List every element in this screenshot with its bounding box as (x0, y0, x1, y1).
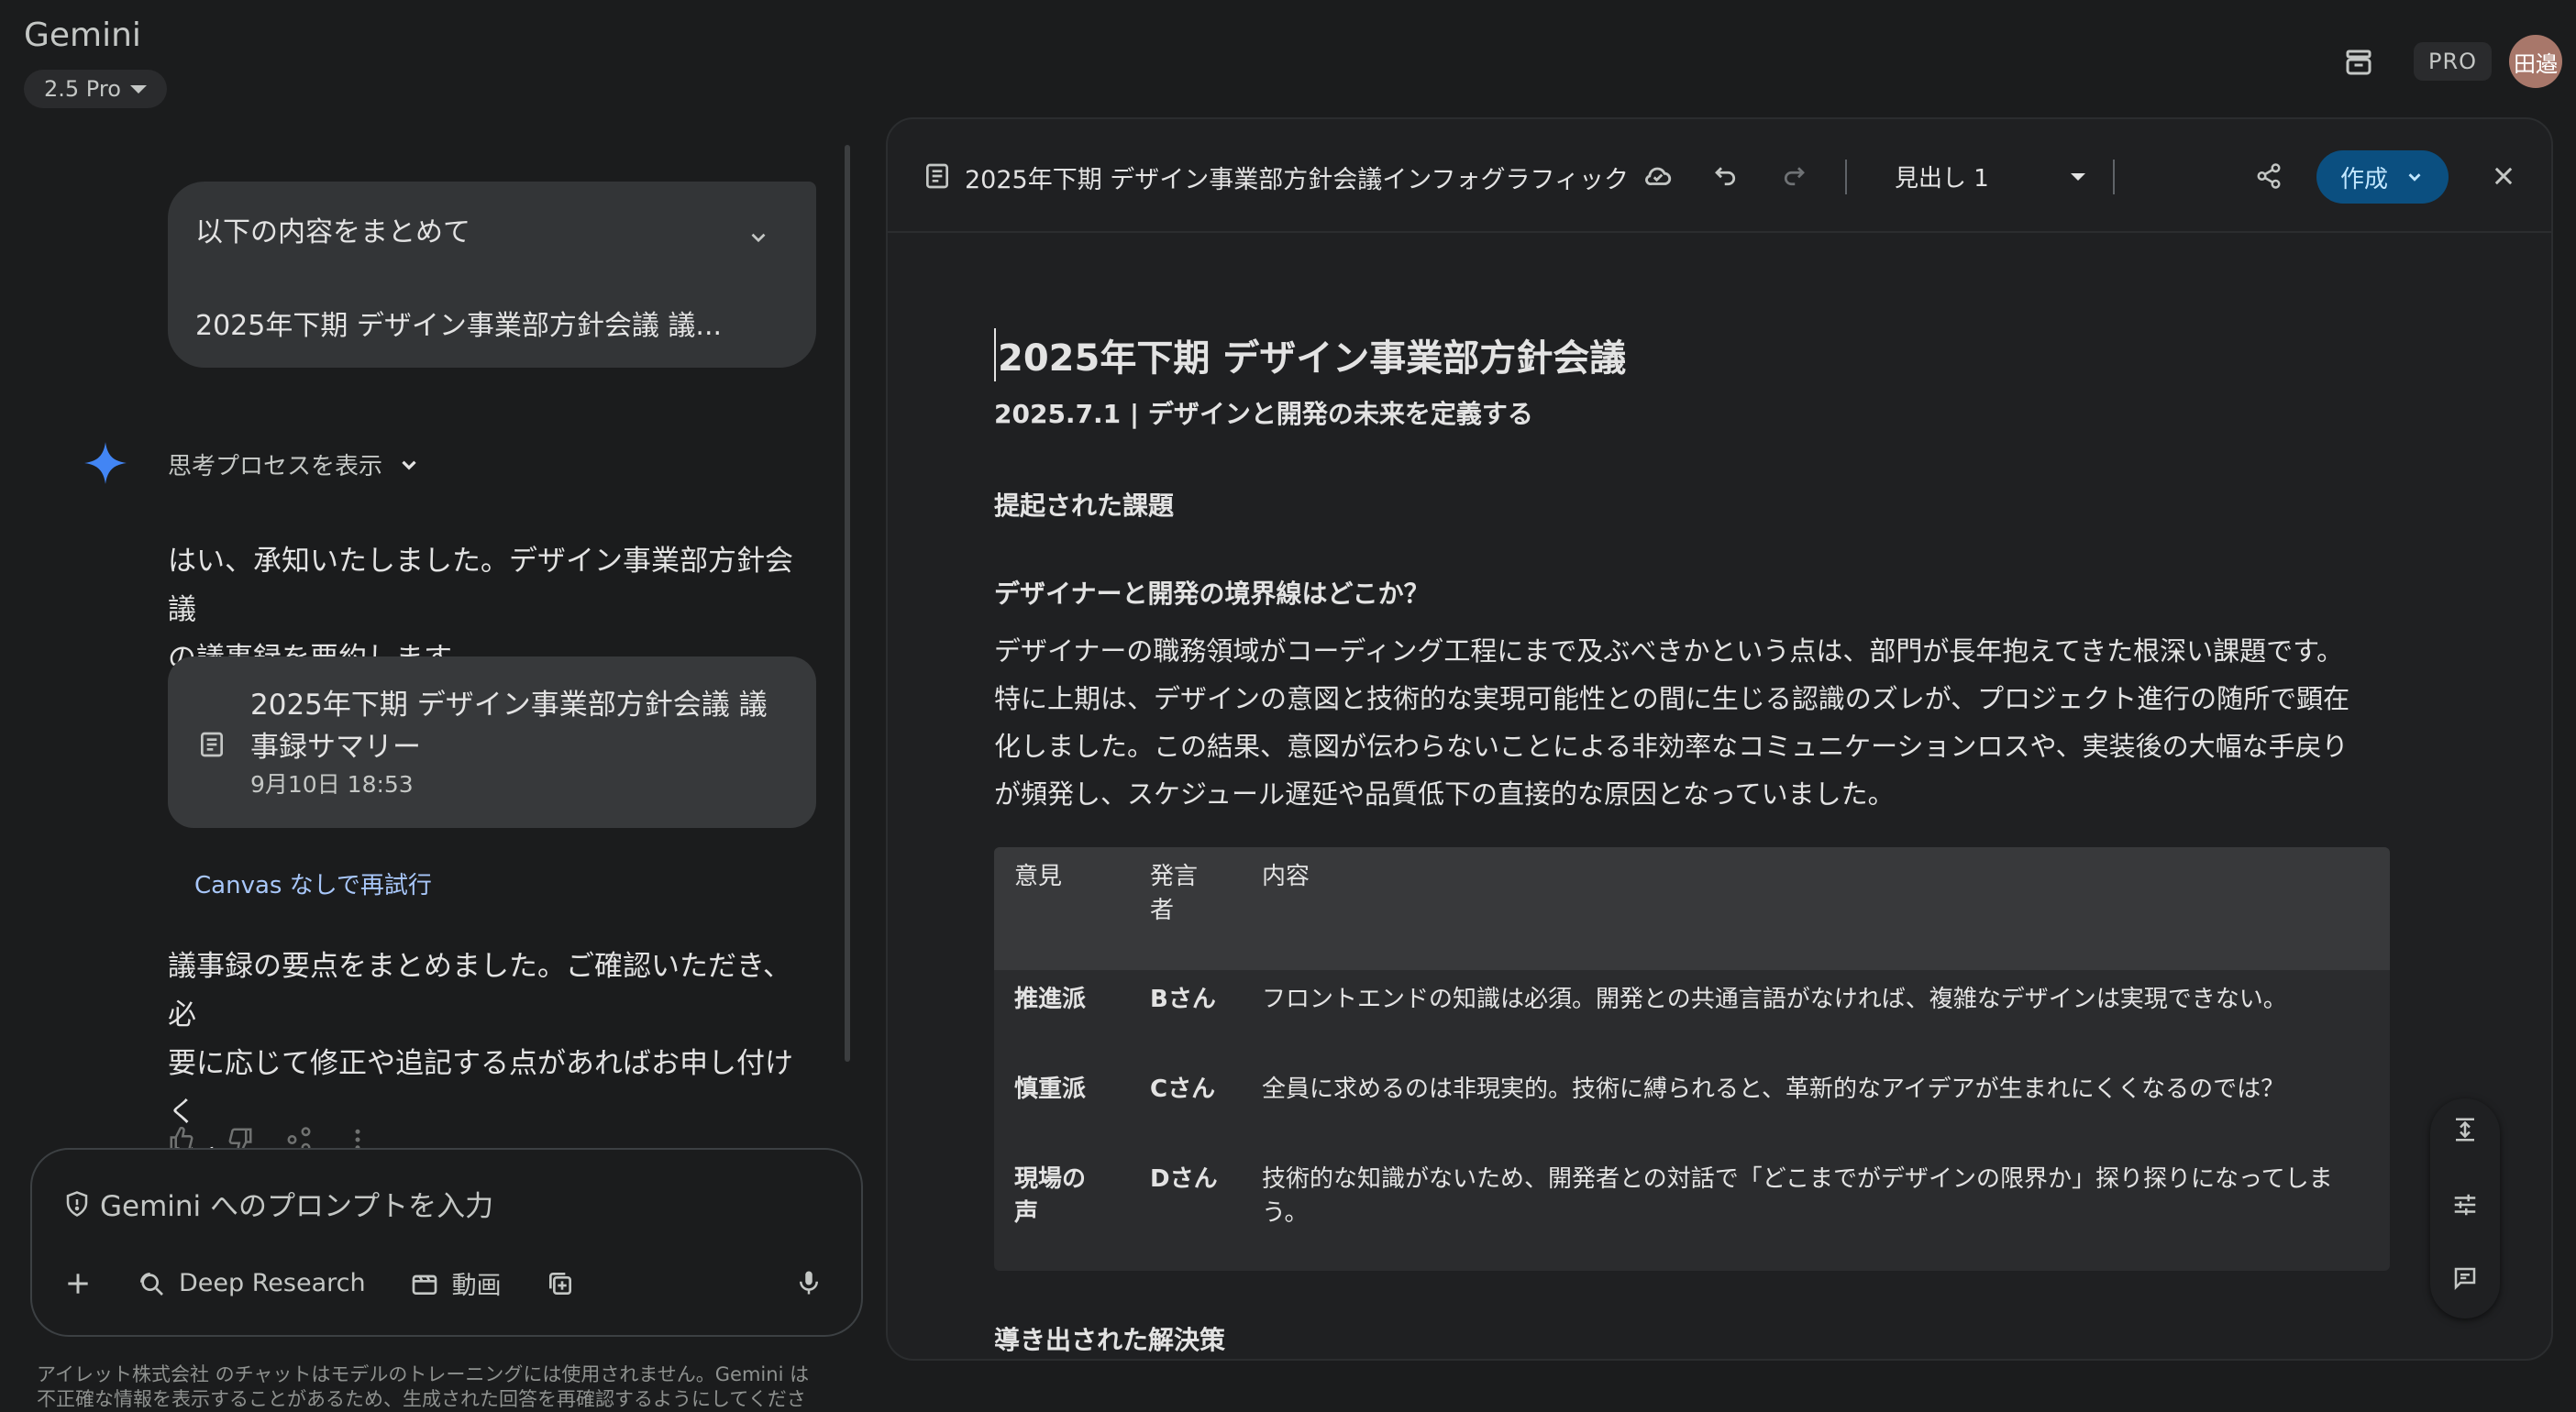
table-row-content: フロントエンドの知識は必須。開発との共通言語がなければ、複雑なデザインは実現でき… (1262, 986, 2287, 1013)
question-heading: デザイナーと開発の境界線はどこか？ (994, 579, 1430, 609)
privacy-disclaimer: アイレット株式会社 のチャットはモデルのトレーニングには使用されません。Gemi… (37, 1363, 810, 1410)
add-button[interactable] (63, 1269, 93, 1298)
suggest-edits-icon (2454, 1267, 2476, 1291)
deep-research-icon (140, 1272, 163, 1296)
show-thinking-toggle[interactable]: 思考プロセスを表示 (168, 447, 421, 481)
expand-vertical-button[interactable] (2447, 1111, 2483, 1148)
table-row-speaker: Dさん (1150, 1165, 1218, 1193)
close-canvas-button[interactable] (2485, 158, 2522, 194)
video-label: 動画 (451, 1272, 502, 1300)
table-header (994, 847, 2390, 970)
prompt-input[interactable]: Gemini へのプロンプトを入力 (63, 1183, 493, 1224)
document-icon (923, 161, 952, 194)
expand-chevron-icon[interactable] (746, 226, 770, 253)
video-button[interactable]: 動画 (410, 1265, 502, 1301)
user-message-title: 以下の内容をまとめて (195, 216, 470, 248)
prompt-placeholder: Gemini へのプロンプトを入力 (100, 1190, 494, 1223)
document-title: 2025年下期 デザイン事業部方針会議 (994, 328, 1626, 381)
opinions-table: 意見 発言 者 内容 推進派 Bさん フロントエンドの知識は必須。開発との共通言… (994, 847, 2390, 1271)
canvas-icon (548, 1272, 571, 1295)
user-message-preview: 2025年下期 デザイン事業部方針会議 議... (195, 310, 723, 342)
user-message-bubble: 以下の内容をまとめて 2025年下期 デザイン事業部方針会議 議... (168, 182, 816, 368)
microphone-icon (800, 1271, 818, 1295)
header-content: 内容 (1262, 863, 1310, 890)
header-speaker: 発言 者 (1150, 863, 1199, 924)
chevron-down-icon (402, 460, 416, 470)
document-body[interactable]: 2025年下期 デザイン事業部方針会議 2025.7.1 | デザインと開発の未… (994, 119, 2397, 1359)
document-card-title: 2025年下期 デザイン事業部方針会議 議事録サマリー (250, 689, 768, 764)
canvas-floating-actions (2430, 1098, 2500, 1318)
section-heading-issues: 提起された課題 (994, 491, 1175, 521)
issue-paragraph: デザイナーの職務領域がコーディング工程にまで及ぶべきかという点は、部門が長年抱え… (994, 635, 2350, 810)
table-row-opinion: 現場の 声 (1014, 1165, 1087, 1227)
table-row-content: 全員に求めるのは非現実的。技術に縛られると、革新的なアイデアが生まれにくくなるの… (1262, 1076, 2285, 1103)
canvas-panel: 2025年下期 デザイン事業部方針会議インフォグラフィック 見出し 1 作成 2… (886, 117, 2553, 1361)
model-label: 2.5 Pro (44, 76, 121, 102)
video-icon (412, 1274, 437, 1295)
microphone-button[interactable] (795, 1267, 823, 1302)
document-subtitle: 2025.7.1 | デザインと開発の未来を定義する (994, 399, 1533, 429)
table-row-opinion: 慎重派 (1014, 1076, 1087, 1103)
adjust-button[interactable] (2447, 1186, 2483, 1223)
canvas-button[interactable] (546, 1269, 575, 1298)
document-card[interactable]: 2025年下期 デザイン事業部方針会議 議事録サマリー 9月10日 18:53 (168, 656, 816, 828)
table-row-opinion: 推進派 (1014, 986, 1087, 1013)
table-row-speaker: Cさん (1150, 1076, 1216, 1103)
incognito-chat-icon[interactable] (2337, 40, 2381, 84)
header-opinion: 意見 (1014, 863, 1063, 890)
deep-research-button[interactable]: Deep Research (137, 1269, 366, 1298)
expand-vertical-icon (2456, 1118, 2474, 1142)
table-row-speaker: Bさん (1150, 986, 1216, 1013)
document-icon (197, 730, 227, 763)
model-selector[interactable]: 2.5 Pro (24, 70, 167, 108)
gemini-sparkle-icon (83, 440, 128, 486)
plus-icon (68, 1273, 88, 1294)
chevron-down-icon (2408, 173, 2421, 182)
close-icon (2494, 167, 2513, 185)
pro-badge: PRO (2414, 42, 2493, 81)
caret-down-icon (129, 84, 147, 94)
retry-without-canvas-link[interactable]: Canvas なしで再試行 (194, 866, 432, 900)
section-heading-solutions: 導き出された解決策 (994, 1325, 1226, 1355)
prompt-box[interactable]: Gemini へのプロンプトを入力 Deep Research 動画 (30, 1148, 863, 1337)
shield-icon (66, 1190, 88, 1217)
suggest-edits-button[interactable] (2447, 1260, 2483, 1296)
deep-research-label: Deep Research (179, 1269, 366, 1297)
app-title[interactable]: Gemini (24, 17, 141, 54)
thinking-label: 思考プロセスを表示 (168, 453, 383, 480)
chat-scrollbar[interactable] (845, 145, 850, 1062)
document-card-date: 9月10日 18:53 (250, 771, 414, 798)
avatar[interactable]: 田邉 (2509, 35, 2562, 88)
table-row-content: 技術的な知識がないため、開発者との対話で「どこまでがデザインの限界か」探り探りに… (1262, 1165, 2333, 1227)
sliders-icon (2454, 1194, 2476, 1216)
